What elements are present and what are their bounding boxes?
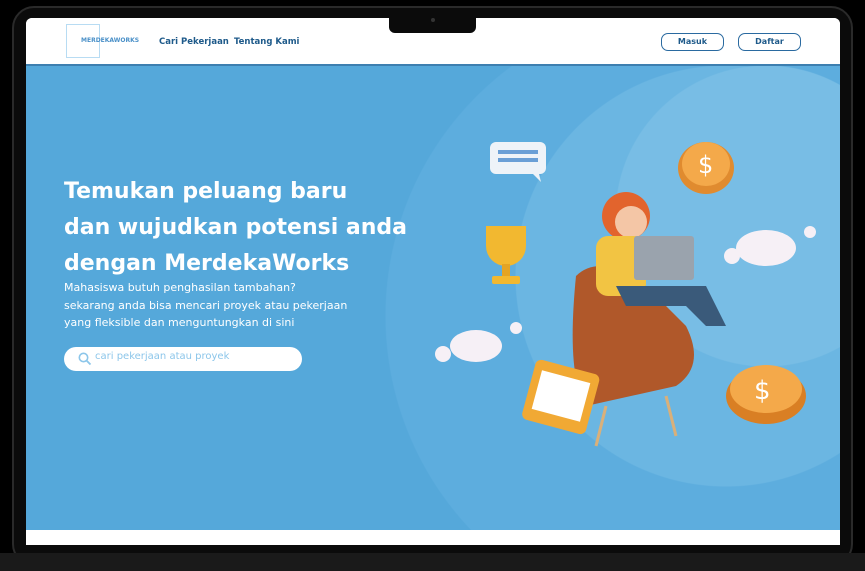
coin-icon: $	[678, 142, 734, 194]
hero-section: Temukan peluang baru dan wujudkan potens…	[26, 66, 840, 530]
coin-icon: $	[726, 365, 806, 424]
cloud-icon	[435, 322, 522, 362]
laptop-base	[0, 553, 865, 571]
nav-link-tentang-kami[interactable]: Tentang Kami	[234, 37, 299, 47]
title-line: dan wujudkan potensi anda	[64, 215, 408, 240]
hero-illustration: $ $	[435, 142, 816, 447]
subtitle-line: Mahasiswa butuh penghasilan tambahan?	[64, 281, 296, 294]
trophy-icon	[486, 226, 526, 284]
register-button[interactable]: Daftar	[738, 33, 801, 51]
subtitle-line: sekarang anda bisa mencari proyek atau p…	[64, 298, 348, 312]
hero-subtitle: Mahasiswa butuh penghasilan tambahan? se…	[64, 279, 384, 332]
hero-title: Temukan peluang baru dan wujudkan potens…	[64, 174, 424, 282]
nav-link-cari-pekerjaan[interactable]: Cari Pekerjaan	[159, 37, 229, 47]
person-on-chair	[572, 192, 726, 447]
search-input[interactable]	[95, 351, 285, 362]
chat-bubble-icon	[490, 142, 546, 182]
logo-text: MERDEKAWORKS	[81, 37, 140, 44]
logo[interactable]: MERDEKAWORKS	[66, 24, 139, 58]
title-line: Temukan peluang baru	[64, 179, 348, 204]
subtitle-line: yang fleksible dan menguntungkan di sini	[64, 316, 295, 329]
svg-text:$: $	[754, 376, 771, 406]
svg-text:$: $	[698, 151, 713, 179]
cloud-icon	[724, 226, 816, 266]
title-line: dengan MerdekaWorks	[64, 251, 350, 276]
page-bottom	[26, 530, 840, 545]
search-icon	[78, 352, 92, 366]
login-button[interactable]: Masuk	[661, 33, 724, 51]
screen: MERDEKAWORKS Cari Pekerjaan Tentang Kami…	[26, 18, 840, 545]
search-bar[interactable]	[64, 347, 302, 371]
camera-icon	[431, 18, 435, 22]
